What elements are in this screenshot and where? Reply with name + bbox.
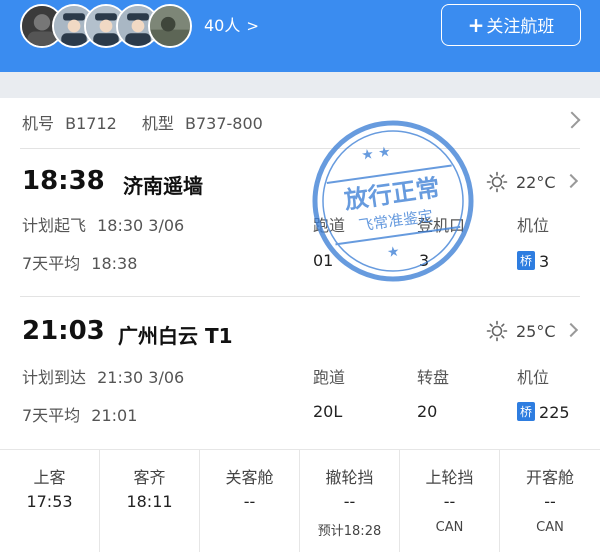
arrival-airport: 广州白云 T1 (118, 324, 233, 348)
stage-door-close: 关客舱 -- (200, 450, 300, 552)
arrival-avg-time: 21:01 (91, 406, 138, 425)
aircraft-info-row[interactable]: 机号 B1712 机型 B737-800 (22, 110, 263, 134)
arrival-stand: 桥 225 (517, 402, 570, 422)
stage-sub: CAN (536, 520, 564, 535)
departure-avg-label: 7天平均 (22, 254, 81, 273)
stage-time: -- (243, 492, 256, 511)
arrival-temperature: 25°C (516, 321, 556, 341)
departure-actual-time: 18:38 (22, 166, 105, 196)
arrival-carousel-value: 20 (417, 402, 438, 421)
aircraft-type-label: 机型 (141, 114, 174, 133)
stage-time: 17:53 (26, 492, 73, 511)
avatar[interactable] (148, 4, 192, 48)
aircraft-reg-value: B1712 (65, 114, 117, 133)
stage-label: 上轮挡 (425, 468, 474, 487)
stage-label: 客齐 (133, 468, 166, 487)
header-bar: 40人 > + 关注航班 (0, 0, 600, 72)
passenger-count: 40人 (204, 16, 241, 35)
passenger-count-link[interactable]: 40人 > (204, 12, 259, 36)
stage-chocks-off: 撤轮挡 -- 预计18:28 (300, 450, 400, 552)
aircraft-type-value: B737-800 (185, 114, 263, 133)
stage-label: 上客 (33, 468, 66, 487)
stage-boarding-start: 上客 17:53 (0, 450, 100, 552)
arrival-runway-label: 跑道 (313, 368, 346, 387)
stage-label: 开客舱 (525, 468, 574, 487)
divider (20, 148, 580, 149)
stage-time: -- (443, 492, 456, 511)
stage-boarding-complete: 客齐 18:11 (100, 450, 200, 552)
departure-gate-label: 登机口 (417, 216, 466, 235)
follow-flight-label: 关注航班 (486, 17, 555, 37)
stage-label: 关客舱 (225, 468, 274, 487)
departure-stand: 桥3 (517, 251, 549, 271)
plus-icon: + (467, 13, 485, 37)
stage-chocks-on: 上轮挡 -- CAN (400, 450, 500, 552)
stage-sub: 预计18:28 (317, 524, 382, 539)
departure-planned-label: 计划起飞 (22, 216, 87, 235)
departure-weather[interactable]: 22°C (486, 171, 556, 193)
stage-time: 18:11 (126, 492, 173, 511)
departure-gate-value: 3 (419, 251, 430, 270)
departure-temperature: 22°C (516, 172, 556, 192)
departure-planned-row: 计划起飞 18:30 3/06 (22, 212, 184, 236)
departure-runway-value: 01 (313, 251, 334, 270)
jet-bridge-badge: 桥 (517, 251, 536, 270)
arrival-runway-value: 20L (313, 402, 343, 421)
departure-avg-time: 18:38 (91, 254, 138, 273)
stage-door-open: 开客舱 -- CAN (500, 450, 600, 552)
departure-airport: 济南遥墙 (123, 174, 203, 198)
aircraft-reg-label: 机号 (22, 114, 55, 133)
arrival-avg-row: 7天平均 21:01 (22, 402, 137, 426)
arrival-stand-label: 机位 (517, 368, 550, 387)
departure-stand-value: 3 (539, 252, 550, 271)
sun-icon (486, 320, 508, 342)
arrival-actual-time: 21:03 (22, 316, 105, 346)
arrival-planned-time: 21:30 3/06 (97, 368, 185, 387)
stage-sub: CAN (435, 520, 464, 535)
departure-avg-row: 7天平均 18:38 (22, 250, 137, 274)
stage-label: 撤轮挡 (325, 468, 374, 487)
arrival-avg-label: 7天平均 (22, 406, 81, 425)
arrival-stand-value: 225 (539, 403, 570, 422)
chevron-right-icon: > (246, 17, 259, 35)
departure-runway-label: 跑道 (313, 216, 346, 235)
follow-flight-button[interactable]: + 关注航班 (441, 4, 581, 46)
divider (20, 296, 580, 297)
stage-time: -- (343, 492, 356, 511)
jet-bridge-badge: 桥 (517, 402, 536, 421)
sun-icon (486, 171, 508, 193)
arrival-planned-row: 计划到达 21:30 3/06 (22, 364, 184, 388)
stage-time: -- (544, 492, 556, 511)
arrival-carousel-label: 转盘 (417, 368, 450, 387)
arrival-planned-label: 计划到达 (22, 368, 87, 387)
departure-planned-time: 18:30 3/06 (97, 216, 185, 235)
departure-stand-label: 机位 (517, 216, 550, 235)
arrival-weather[interactable]: 25°C (486, 320, 556, 342)
